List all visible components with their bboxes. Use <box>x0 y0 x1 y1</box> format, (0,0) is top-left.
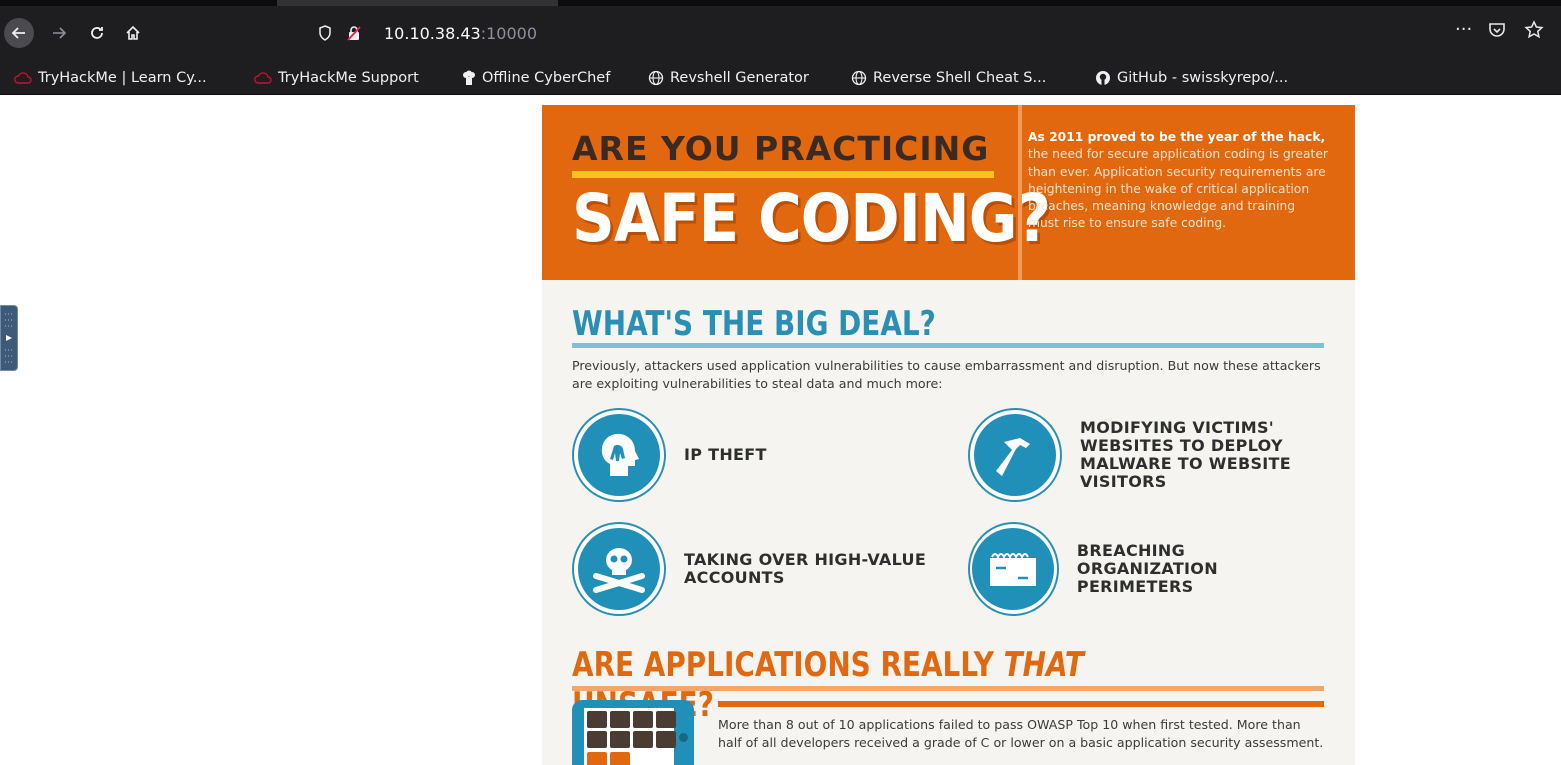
url-text[interactable]: 10.10.38.43:10000 <box>384 24 537 43</box>
skull-crossbones-icon <box>593 548 645 593</box>
firewall-icon <box>990 553 1037 586</box>
bookmark-label: Reverse Shell Cheat S... <box>873 70 1047 86</box>
hammer-icon <box>996 438 1030 476</box>
shield-icon[interactable] <box>318 25 332 41</box>
big-deal-intro: Previously, attackers used application v… <box>572 358 1321 391</box>
bookmark-label: Offline CyberChef <box>482 70 611 86</box>
bookmark-label: TryHackMe | Learn Cy... <box>38 70 207 86</box>
banner: ARE YOU PRACTICING SAFE CODING? As 2011 … <box>542 105 1355 280</box>
banner-body: the need for secure application coding i… <box>1028 147 1328 231</box>
unsafe-title-emphasis: THAT <box>1003 645 1084 685</box>
bookmark-label: TryHackMe Support <box>278 70 419 86</box>
threat-modifying-websites: MODIFYING VICTIMS' WEBSITES TO DEPLOY MA… <box>968 408 1328 502</box>
url-port: :10000 <box>480 24 537 43</box>
threat-icon-ring <box>572 408 666 502</box>
bookmark-label: Revshell Generator <box>670 70 809 86</box>
banner-heading-top: ARE YOU PRACTICING <box>572 129 990 168</box>
star-icon[interactable] <box>1524 20 1544 40</box>
blue-rule <box>572 343 1324 348</box>
globe-icon <box>851 70 867 86</box>
chef-icon <box>463 70 475 85</box>
threat-icon-ring <box>572 522 666 616</box>
infographic-image: ARE YOU PRACTICING SAFE CODING? As 2011 … <box>542 105 1355 765</box>
bookmark-tryhackme-learn[interactable]: TryHackMe | Learn Cy... <box>14 68 207 88</box>
threat-breaching-perimeters: BREACHING ORGANIZATION PERIMETERS <box>968 522 1328 616</box>
tablet-illustration <box>572 700 694 765</box>
cloud-icon <box>254 72 272 84</box>
reload-button[interactable] <box>82 18 112 48</box>
bookmark-github-swisskyrepo[interactable]: GitHub - swisskyrepo/... <box>1095 68 1288 88</box>
threat-label: TAKING OVER HIGH-VALUE ACCOUNTS <box>684 550 927 587</box>
threat-taking-over-accounts: TAKING OVER HIGH-VALUE ACCOUNTS <box>572 522 944 616</box>
orange-bar <box>718 701 1324 707</box>
orange-rule <box>572 686 1324 691</box>
forward-button[interactable] <box>44 18 74 48</box>
back-button[interactable] <box>4 18 34 48</box>
cloud-icon <box>14 72 32 84</box>
unsafe-title-pre: ARE APPLICATIONS REALLY <box>572 645 1004 685</box>
banner-yellow-rule <box>572 171 994 178</box>
bookmark-revshell-generator[interactable]: Revshell Generator <box>648 68 809 88</box>
page-actions-icon[interactable]: ··· <box>1455 19 1472 40</box>
url-host: 10.10.38.43 <box>384 24 481 43</box>
banner-paragraph: As 2011 proved to be the year of the hac… <box>1028 129 1328 233</box>
home-button[interactable] <box>118 18 148 48</box>
unsafe-stat-text: More than 8 out of 10 applications faile… <box>718 717 1324 750</box>
reload-icon <box>91 27 103 39</box>
arrow-right-icon <box>53 27 67 39</box>
github-icon <box>1096 71 1110 85</box>
side-panel-handle[interactable] <box>0 305 18 371</box>
pocket-icon[interactable] <box>1488 21 1506 39</box>
threat-icon-ring <box>968 522 1059 616</box>
bookmark-offline-cyberchef[interactable]: Offline CyberChef <box>462 68 610 88</box>
navigation-toolbar: 10.10.38.43:10000 ··· <box>0 6 1561 60</box>
threat-icon-ring <box>968 408 1062 502</box>
threat-ip-theft: IP THEFT <box>572 408 767 502</box>
play-icon <box>5 313 13 363</box>
banner-lead: As 2011 proved to be the year of the hac… <box>1028 130 1326 144</box>
home-icon <box>126 25 140 40</box>
bookmark-reverse-shell-cheat-sheet[interactable]: Reverse Shell Cheat S... <box>851 68 1046 88</box>
banner-divider <box>1018 105 1022 280</box>
bookmarks-toolbar: TryHackMe | Learn Cy... TryHackMe Suppor… <box>0 60 1561 95</box>
bookmark-tryhackme-support[interactable]: TryHackMe Support <box>254 68 419 88</box>
threat-label: BREACHING ORGANIZATION PERIMETERS <box>1076 541 1218 596</box>
banner-heading-main: SAFE CODING? <box>572 180 1051 257</box>
section-title-big-deal: WHAT'S THE BIG DEAL? <box>572 304 936 344</box>
threat-label: MODIFYING VICTIMS' WEBSITES TO DEPLOY MA… <box>1080 418 1291 491</box>
arrow-left-icon <box>11 27 25 39</box>
head-hand-icon <box>601 433 639 476</box>
insecure-lock-icon[interactable] <box>346 25 362 41</box>
threat-label: IP THEFT <box>684 445 767 464</box>
url-bar[interactable]: 10.10.38.43:10000 <box>300 17 1430 51</box>
bookmark-label: GitHub - swisskyrepo/... <box>1117 70 1289 86</box>
tablet-button <box>679 733 688 742</box>
page-viewport: ARE YOU PRACTICING SAFE CODING? As 2011 … <box>0 96 1561 765</box>
tablet-screen <box>584 708 676 765</box>
globe-icon <box>648 70 664 86</box>
